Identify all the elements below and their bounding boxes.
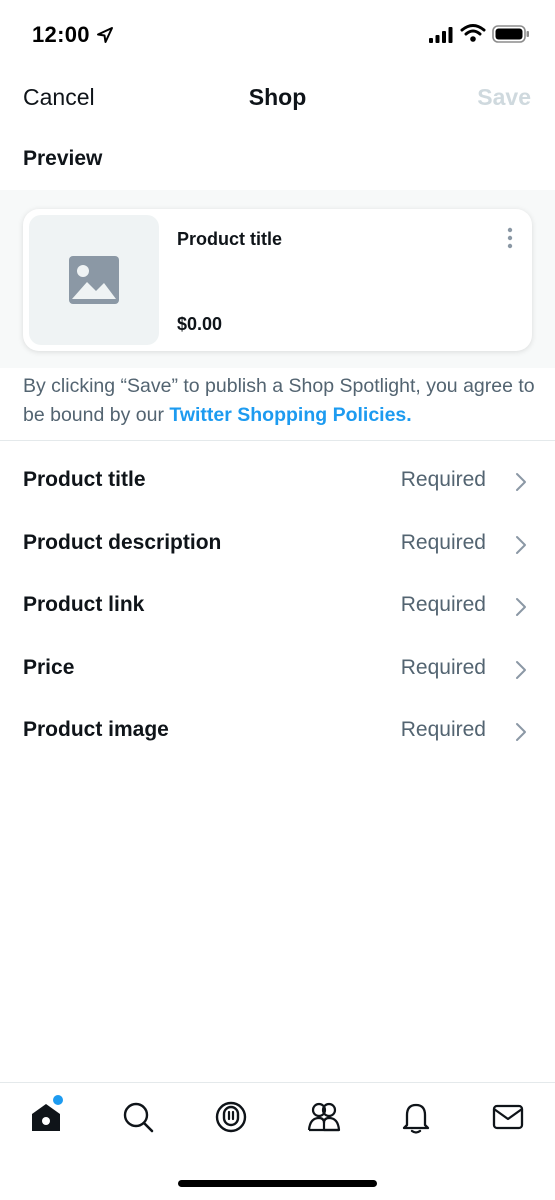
product-image-placeholder — [29, 215, 159, 345]
home-notification-dot — [53, 1095, 63, 1105]
chevron-right-icon — [516, 598, 526, 616]
shop-editor-screen: 12:00 Cancel Shop Save Preview Product t… — [0, 0, 555, 1200]
chevron-right-icon — [516, 660, 526, 679]
battery-icon — [492, 25, 529, 43]
field-row-product-image[interactable]: Product image Required — [0, 700, 555, 763]
tab-search[interactable] — [120, 1099, 156, 1135]
status-time: 12:00 — [32, 22, 90, 47]
image-placeholder-icon — [69, 256, 119, 304]
wifi-icon — [460, 24, 486, 42]
home-indicator — [178, 1180, 377, 1187]
product-fields-list: Product title Required Product descripti… — [0, 450, 555, 763]
field-label: Product description — [23, 530, 222, 554]
nav-header: Cancel Shop Save — [0, 76, 555, 122]
shopping-disclaimer: By clicking “Save” to publish a Shop Spo… — [23, 372, 538, 430]
preview-heading: Preview — [23, 147, 103, 170]
notifications-icon — [402, 1103, 430, 1134]
field-status: Required — [400, 655, 486, 679]
messages-icon — [492, 1104, 524, 1130]
field-status: Required — [400, 530, 486, 554]
more-options-icon[interactable] — [506, 227, 514, 249]
location-arrow-icon — [97, 27, 113, 43]
card-product-price: $0.00 — [177, 314, 223, 334]
field-status: Required — [400, 718, 486, 741]
field-row-product-link[interactable]: Product link Required — [0, 575, 555, 638]
cancel-button[interactable]: Cancel — [23, 84, 95, 111]
field-status: Required — [400, 593, 486, 616]
card-product-title: Product title — [177, 229, 283, 249]
chevron-right-icon — [516, 535, 526, 554]
field-label: Product title — [23, 468, 146, 491]
field-row-product-description[interactable]: Product description Required — [0, 513, 555, 576]
chevron-right-icon — [516, 723, 526, 741]
save-button[interactable]: Save — [477, 84, 531, 111]
product-preview-card: Product title $0.00 — [23, 209, 532, 351]
field-row-product-title[interactable]: Product title Required — [0, 450, 555, 513]
spaces-icon — [215, 1101, 247, 1133]
shopping-policies-link[interactable]: Twitter Shopping Policies. — [169, 404, 411, 426]
status-bar: 12:00 — [0, 0, 555, 70]
search-icon — [123, 1102, 154, 1133]
cellular-signal-icon — [429, 27, 453, 43]
field-status: Required — [400, 468, 486, 491]
tab-communities[interactable] — [306, 1099, 342, 1135]
field-label: Product link — [23, 593, 145, 616]
communities-icon — [307, 1102, 341, 1132]
tab-messages[interactable] — [490, 1099, 526, 1135]
field-label: Price — [23, 655, 75, 679]
field-row-price[interactable]: Price Required — [0, 638, 555, 701]
field-label: Product image — [23, 718, 169, 741]
tab-notifications[interactable] — [398, 1099, 434, 1135]
section-divider — [0, 440, 555, 441]
tab-spaces[interactable] — [213, 1099, 249, 1135]
chevron-right-icon — [516, 473, 526, 491]
